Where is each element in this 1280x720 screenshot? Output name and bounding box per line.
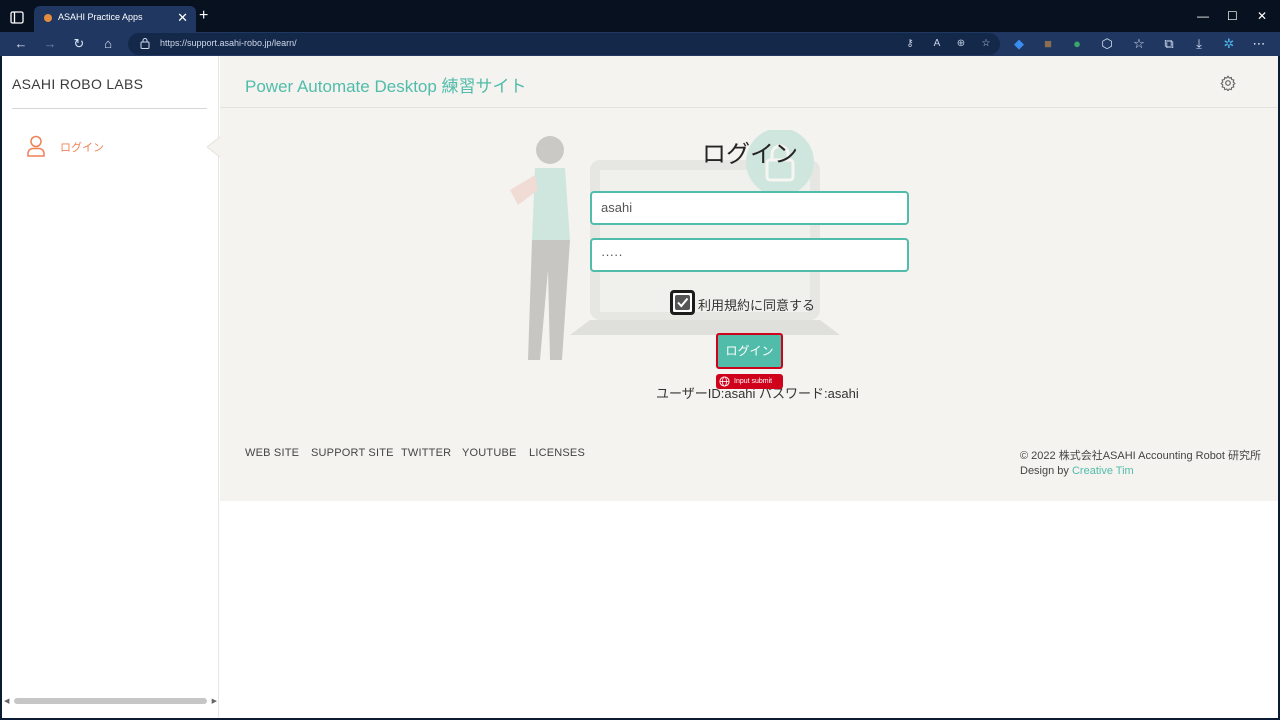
username-input[interactable]: asahi (590, 191, 909, 225)
automation-tag: Input submit (716, 374, 783, 389)
user-icon (27, 135, 45, 157)
design-prefix: Design by (1020, 465, 1069, 477)
favicon-icon (44, 14, 52, 22)
horizontal-scrollbar[interactable]: ◀ ▶ (4, 697, 217, 706)
scroll-left-icon[interactable]: ◀ (4, 697, 9, 705)
extension-icon[interactable]: ● (1068, 35, 1086, 53)
sidebar-item-login[interactable]: ログイン (26, 134, 196, 158)
collections-icon[interactable]: ⧉ (1160, 35, 1178, 53)
tab-strip: ASAHI Practice Apps ✕ + — ☐ ✕ (0, 0, 1280, 32)
extension-icon[interactable]: ■ (1039, 35, 1057, 53)
home-icon[interactable]: ⌂ (99, 35, 117, 53)
favorites-icon[interactable]: ☆ (1130, 35, 1148, 53)
forward-icon[interactable]: → (41, 35, 59, 53)
globe-icon (719, 376, 730, 387)
check-icon (677, 297, 689, 308)
maximize-button[interactable]: ☐ (1227, 8, 1238, 24)
creative-tim-link[interactable]: Creative Tim (1072, 465, 1134, 477)
close-window-button[interactable]: ✕ (1257, 8, 1267, 24)
automation-tag-label: Input submit (734, 378, 773, 385)
browser-toolbar: ← → ↻ ⌂ https://support.asahi-robo.jp/le… (0, 32, 1280, 56)
profile-icon[interactable]: ✲ (1220, 35, 1238, 53)
key-icon[interactable]: ⚷ (903, 37, 917, 51)
refresh-icon[interactable]: ↻ (70, 35, 88, 53)
downloads-icon[interactable]: ⤓ (1190, 35, 1208, 53)
brand-logo[interactable]: ASAHI ROBO LABS (12, 76, 143, 92)
copyright: © 2022 株式会社ASAHI Accounting Robot 研究所 (1020, 450, 1262, 462)
sidebar-item-label: ログイン (60, 142, 104, 154)
footer-link-licenses[interactable]: LICENSES (529, 447, 585, 459)
browser-window: ASAHI Practice Apps ✕ + — ☐ ✕ ← → ↻ ⌂ ht… (0, 0, 1280, 720)
footer-link-support-site[interactable]: SUPPORT SITE (311, 447, 394, 459)
scroll-right-icon[interactable]: ▶ (212, 697, 217, 705)
extensions-icon[interactable]: ⬡ (1098, 35, 1116, 53)
agree-checkbox[interactable] (670, 290, 695, 315)
agree-label[interactable]: 利用規約に同意する (698, 295, 815, 314)
back-icon[interactable]: ← (12, 35, 30, 53)
gear-icon[interactable] (1220, 75, 1236, 91)
tab-actions-icon[interactable] (8, 8, 26, 26)
divider (12, 108, 207, 109)
site-title: Power Automate Desktop 練習サイト (245, 77, 527, 96)
scrollbar-thumb[interactable] (14, 698, 207, 704)
footer-link-twitter[interactable]: TWITTER (401, 447, 451, 459)
tab-close-icon[interactable]: ✕ (177, 10, 188, 26)
password-input[interactable]: ····· (590, 238, 909, 272)
page-header: Power Automate Desktop 練習サイト (220, 56, 1278, 108)
minimize-button[interactable]: — (1197, 8, 1209, 24)
active-indicator (207, 136, 221, 158)
tab-title: ASAHI Practice Apps (58, 12, 143, 22)
login-heading: ログイン (702, 141, 798, 168)
zoom-icon[interactable]: ⊕ (954, 37, 968, 51)
address-bar[interactable]: https://support.asahi-robo.jp/learn/ ⚷ A… (128, 33, 1000, 55)
url-text: https://support.asahi-robo.jp/learn/ (160, 38, 297, 48)
footer-link-web-site[interactable]: WEB SITE (245, 447, 299, 459)
web-page: ASAHI ROBO LABS ログイン ◀ ▶ Power Automate … (2, 56, 1278, 718)
new-tab-button[interactable]: + (199, 8, 208, 24)
read-aloud-icon[interactable]: A (930, 37, 944, 51)
tab-asahi-practice-apps[interactable]: ASAHI Practice Apps ✕ (34, 6, 196, 32)
more-icon[interactable]: ⋯ (1250, 35, 1268, 53)
footer-link-youtube[interactable]: YOUTUBE (462, 447, 517, 459)
extension-icon[interactable]: ◆ (1010, 35, 1028, 53)
design-credit: Design by Creative Tim (1020, 465, 1134, 477)
favorite-add-icon[interactable]: ☆ (979, 37, 993, 51)
main-content: Power Automate Desktop 練習サイト ログイン asahi … (220, 56, 1278, 501)
login-button[interactable]: ログイン (716, 333, 783, 369)
sidebar: ASAHI ROBO LABS ログイン ◀ ▶ (2, 56, 221, 718)
lock-icon (140, 38, 150, 49)
